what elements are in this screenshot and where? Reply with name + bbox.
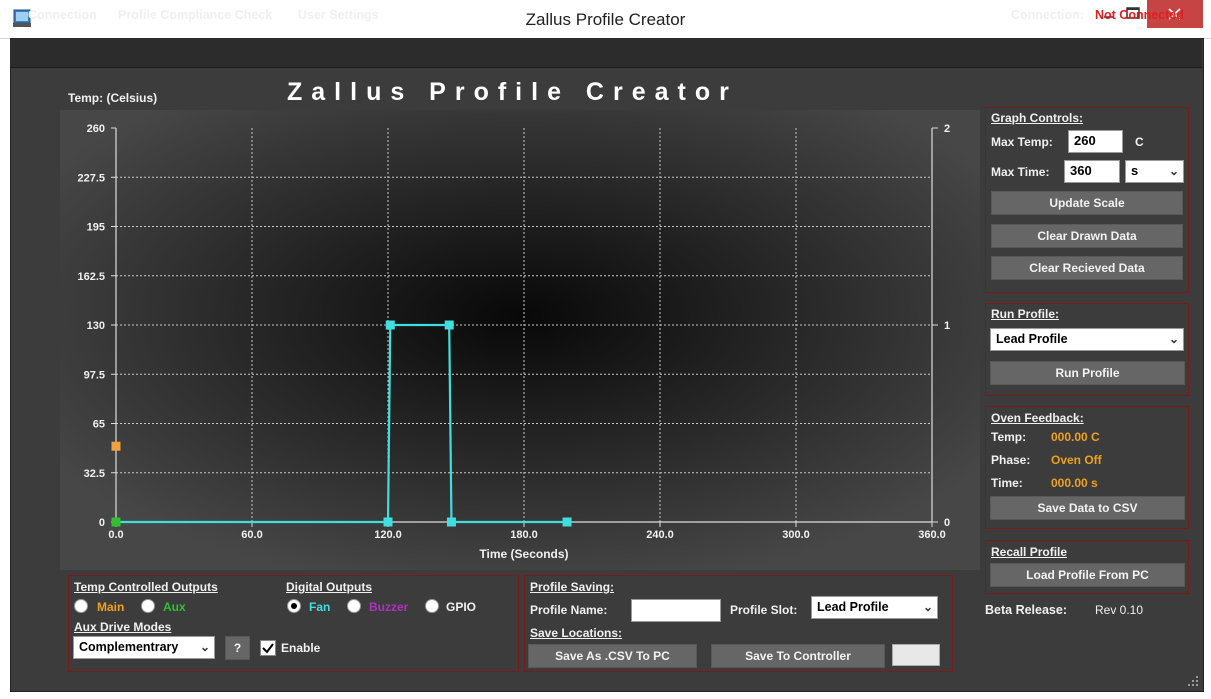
data-point — [383, 517, 393, 527]
oven-feedback-title: Oven Feedback: — [991, 411, 1084, 425]
aux-drive-modes-title: Aux Drive Modes — [74, 620, 172, 634]
y2-tick-label: 1 — [944, 320, 950, 332]
y-axis-label: Temp: (Celsius) — [68, 91, 158, 105]
menu-profile-compliance-check[interactable]: Profile Compliance Check — [118, 8, 272, 22]
temp-outputs-title: Temp Controlled Outputs — [74, 580, 218, 594]
data-point — [446, 517, 456, 527]
x-tick-label: 120.0 — [374, 529, 402, 541]
x-tick-label: 0.0 — [108, 529, 123, 541]
fan-label: Fan — [309, 600, 331, 614]
chevron-down-icon: ⌄ — [1168, 164, 1179, 178]
max-temp-unit: C — [1135, 135, 1144, 149]
checkmark-icon — [262, 643, 274, 654]
gpio-label: GPIO — [446, 600, 477, 614]
run-profile-title: Run Profile: — [991, 307, 1059, 321]
y-tick-label: 227.5 — [77, 172, 105, 184]
data-point — [444, 320, 454, 330]
x-tick-label: 60.0 — [241, 529, 262, 541]
feedback-temp-value: 000.00 C — [1051, 430, 1100, 444]
chart-background — [60, 110, 980, 570]
app-heading: Zallus Profile Creator — [287, 78, 738, 106]
temperature-chart: 0.0 60.0 120.0 180.0 240.0 300.0 360.0032.5659… — [60, 110, 980, 570]
save-controller-button[interactable]: Save To Controller — [711, 644, 885, 668]
connection-status: Not Connected — [1095, 8, 1184, 22]
save-locations-title: Save Locations: — [530, 626, 623, 640]
x-tick-label: 240.0 — [646, 529, 674, 541]
data-point — [111, 517, 121, 527]
update-scale-button[interactable]: Update Scale — [991, 191, 1183, 215]
profile-name-input[interactable] — [631, 599, 721, 622]
chevron-down-icon: ⌄ — [1168, 332, 1179, 346]
y2-tick-label: 0 — [944, 517, 950, 529]
max-temp-input[interactable]: 260 — [1068, 130, 1123, 153]
main-radio[interactable] — [74, 599, 88, 613]
x-tick-label: 180.0 — [510, 529, 538, 541]
help-button[interactable]: ? — [225, 636, 250, 660]
save-data-csv-button[interactable]: Save Data to CSV — [990, 496, 1185, 520]
aux-label: Aux — [163, 600, 186, 614]
max-temp-label: Max Temp: — [991, 135, 1053, 149]
feedback-time-label: Time: — [991, 476, 1023, 490]
drive-mode-select[interactable]: Complementrary ⌄ — [73, 636, 215, 659]
data-point — [111, 441, 121, 451]
main-label: Main — [97, 600, 125, 614]
feedback-phase-value: Oven Off — [1051, 453, 1102, 467]
y-tick-label: 32.5 — [84, 468, 105, 480]
menu-bar — [10, 38, 1202, 68]
gpio-radio[interactable] — [425, 599, 439, 613]
feedback-temp-label: Temp: — [991, 430, 1027, 444]
release-label: Beta Release: — [985, 603, 1067, 617]
y2-tick-label: 2 — [944, 123, 950, 135]
save-csv-button[interactable]: Save As .CSV To PC — [528, 644, 697, 668]
drive-mode-value: Complementrary — [79, 640, 179, 654]
connection-label: Connection: — [1011, 8, 1084, 22]
y-tick-label: 162.5 — [77, 271, 105, 283]
time-unit-select[interactable]: s ⌄ — [1125, 160, 1184, 183]
load-profile-button[interactable]: Load Profile From PC — [990, 563, 1185, 587]
chevron-down-icon: ⌄ — [922, 600, 933, 614]
feedback-time-value: 000.00 s — [1051, 476, 1098, 490]
profile-slot-select[interactable]: Lead Profile ⌄ — [811, 596, 938, 619]
profile-name-label: Profile Name: — [530, 603, 608, 617]
clear-drawn-data-button[interactable]: Clear Drawn Data — [991, 224, 1183, 248]
max-time-input[interactable]: 360 — [1064, 160, 1120, 183]
resize-grip-icon[interactable] — [1186, 674, 1200, 688]
run-profile-selected: Lead Profile — [996, 332, 1068, 346]
profile-saving-title: Profile Saving: — [530, 580, 615, 594]
clear-received-data-button[interactable]: Clear Recieved Data — [991, 256, 1183, 280]
menu-connection[interactable]: Connection — [28, 8, 97, 22]
status-field — [892, 644, 940, 666]
run-profile-select[interactable]: Lead Profile ⌄ — [990, 328, 1184, 351]
profile-slot-label: Profile Slot: — [730, 603, 798, 617]
max-time-label: Max Time: — [991, 165, 1050, 179]
y-tick-label: 130 — [87, 320, 105, 332]
run-profile-button[interactable]: Run Profile — [990, 361, 1185, 385]
graph-controls-title: Graph Controls: — [991, 111, 1083, 125]
buzzer-label: Buzzer — [369, 600, 409, 614]
aux-radio[interactable] — [141, 599, 155, 613]
chevron-down-icon: ⌄ — [199, 640, 210, 654]
x-tick-label: 300.0 — [782, 529, 810, 541]
enable-checkbox[interactable] — [260, 640, 276, 656]
y-tick-label: 0 — [99, 517, 105, 529]
release-version: Rev 0.10 — [1095, 603, 1144, 617]
enable-label: Enable — [281, 641, 321, 655]
y-tick-label: 97.5 — [84, 369, 105, 381]
time-unit-value: s — [1131, 163, 1139, 178]
fan-radio[interactable] — [287, 599, 301, 613]
buzzer-radio[interactable] — [347, 599, 361, 613]
feedback-phase-label: Phase: — [991, 453, 1031, 467]
data-point — [562, 517, 572, 527]
x-tick-label: 360.0 — [918, 529, 946, 541]
y-tick-label: 260 — [87, 123, 105, 135]
digital-outputs-title: Digital Outputs — [286, 580, 372, 594]
recall-profile-title: Recall Profile — [991, 545, 1068, 559]
profile-slot-value: Lead Profile — [817, 600, 889, 614]
y-tick-label: 65 — [93, 419, 105, 431]
x-axis-label: Time (Seconds) — [479, 547, 568, 561]
y-tick-label: 195 — [87, 222, 105, 234]
menu-user-settings[interactable]: User Settings — [298, 8, 379, 22]
data-point — [385, 320, 395, 330]
